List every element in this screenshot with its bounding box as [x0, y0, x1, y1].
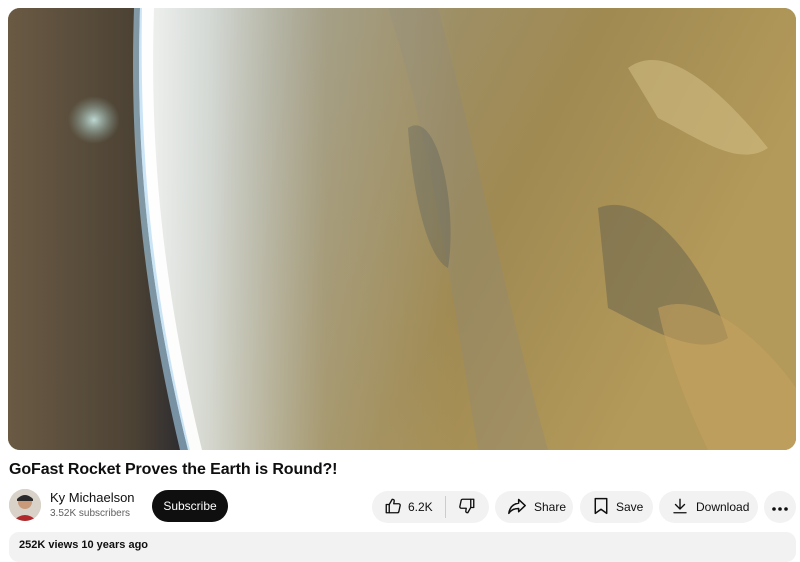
download-icon	[671, 497, 689, 518]
save-icon	[593, 497, 609, 518]
share-label: Share	[534, 500, 567, 514]
like-count: 6.2K	[408, 500, 433, 514]
dislike-button[interactable]	[446, 491, 489, 523]
like-icon	[384, 497, 402, 518]
channel-name[interactable]: Ky Michaelson	[50, 490, 135, 505]
video-frame	[8, 8, 796, 450]
view-count-date: 252K views 10 years ago	[19, 539, 149, 551]
download-button[interactable]: Download	[659, 491, 758, 523]
channel-avatar[interactable]	[9, 489, 41, 521]
like-button[interactable]: 6.2K	[372, 491, 433, 523]
dislike-icon	[458, 497, 476, 518]
save-label: Save	[616, 500, 644, 514]
video-title: GoFast Rocket Proves the Earth is Round?…	[9, 461, 338, 478]
more-icon	[772, 498, 788, 516]
more-actions-button[interactable]	[764, 491, 796, 523]
share-button[interactable]: Share	[495, 491, 573, 523]
download-label: Download	[696, 500, 750, 514]
save-button[interactable]: Save	[580, 491, 653, 523]
description-box[interactable]: 252K views 10 years ago	[9, 532, 796, 562]
share-icon	[507, 497, 527, 518]
subscribe-button[interactable]: Subscribe	[152, 490, 228, 522]
subscriber-count: 3.52K subscribers	[50, 508, 131, 519]
like-dislike-group: 6.2K	[372, 491, 489, 523]
video-player[interactable]	[8, 8, 796, 450]
